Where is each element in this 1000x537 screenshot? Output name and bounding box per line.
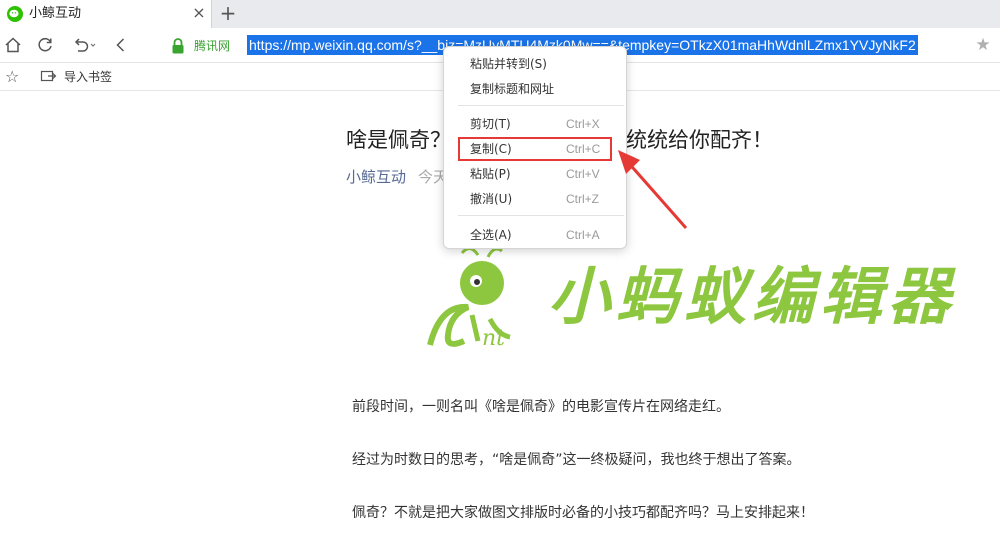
menu-item-label: 撤消(U) [470,192,513,206]
menu-item-shortcut: Ctrl+V [566,167,600,181]
bookmark-star-icon[interactable]: ★ [974,36,992,54]
undo-icon [74,38,96,52]
refresh-button[interactable] [34,34,56,56]
menu-item-shortcut: Ctrl+A [566,228,600,242]
logo-wordmark: 小蚂蚁编辑器 [548,260,957,333]
menu-item-shortcut: Ctrl+X [566,117,600,131]
tab-bar: 小鲸互动 × + [0,0,1000,28]
tab-title: 小鲸互动 [29,6,82,21]
article-paragraph: 前段时间，一则名叫《啥是佩奇》的电影宣传片在网络走红。 [352,399,730,415]
menu-item-select-all[interactable]: 全选(A) Ctrl+A [444,224,626,246]
menu-item-cut[interactable]: 剪切(T) Ctrl+X [444,113,626,135]
ant-mascot-icon: nt [427,247,511,351]
article-paragraph: 佩奇？不就是把大家做图文排版时必备的小技巧都配齐吗？马上安排起来！ [352,505,814,521]
browser-tab[interactable]: 小鲸互动 × [0,0,212,28]
back-button[interactable] [110,34,132,56]
article-paragraph: 经过为时数日的思考，“啥是佩奇”这一终极疑问，我也终于想出了答案。 [352,452,801,468]
new-tab-button[interactable]: + [217,2,239,24]
undo-button[interactable] [70,34,100,56]
import-bookmarks-icon [40,70,57,82]
article-author-link[interactable]: 小鲸互动 [346,167,406,187]
home-icon [5,37,21,53]
copy-highlight-box [458,137,612,161]
svg-text:nt: nt [482,326,505,351]
xiaomayi-editor-logo: nt 小蚂蚁编辑器 [420,245,950,357]
annotation-arrow-icon [618,150,688,229]
menu-separator [458,105,624,106]
chevron-left-icon [116,38,125,52]
home-button[interactable] [2,34,24,56]
menu-item-paste-and-go[interactable]: 粘贴并转到(S) [444,53,626,75]
menu-item-label: 剪切(T) [470,117,511,131]
menu-item-label: 粘贴(P) [470,167,511,181]
article-title: 啥是佩奇？ [346,128,451,152]
menu-item-shortcut: Ctrl+Z [566,192,599,206]
lock-icon [172,38,184,54]
menu-item-paste[interactable]: 粘贴(P) Ctrl+V [444,163,626,185]
site-identity-label[interactable]: 腾讯网 [194,37,230,55]
tab-close-icon[interactable]: × [190,4,208,22]
menu-item-label: 粘贴并转到(S) [470,57,547,71]
import-bookmarks-link[interactable]: 导入书签 [64,68,112,86]
menu-item-undo[interactable]: 撤消(U) Ctrl+Z [444,188,626,210]
favorites-star-icon[interactable]: ☆ [5,67,19,87]
refresh-icon [38,37,52,52]
wechat-icon [7,6,23,22]
menu-item-label: 复制标题和网址 [470,82,555,96]
menu-item-copy-title-url[interactable]: 复制标题和网址 [444,78,626,100]
menu-item-label: 全选(A) [470,228,512,242]
